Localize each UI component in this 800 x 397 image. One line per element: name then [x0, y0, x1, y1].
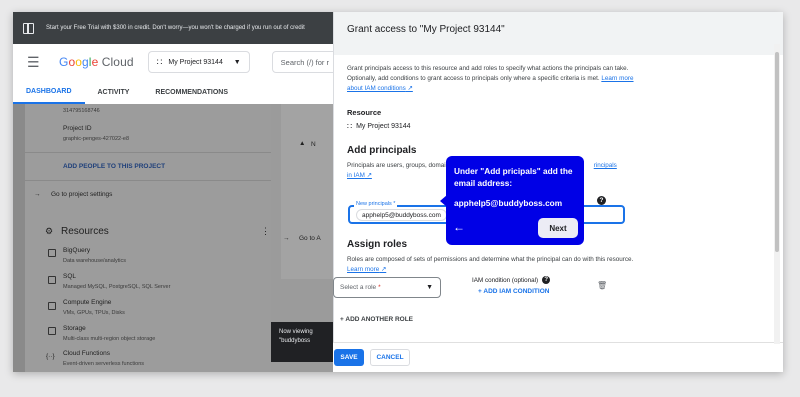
assign-roles-heading: Assign roles [347, 239, 408, 250]
warning-icon: ▲ [299, 140, 306, 147]
google-cloud-logo[interactable]: Google Cloud [59, 55, 134, 69]
gift-icon [23, 22, 34, 34]
add-principals-heading: Add principals [347, 145, 417, 157]
select-role-dropdown[interactable]: Select a role * ▼ [333, 277, 441, 298]
delete-icon[interactable]: 🗑 [597, 281, 607, 290]
next-button[interactable]: Next [538, 218, 578, 238]
help-icon[interactable]: ? [597, 196, 606, 205]
divider [25, 152, 271, 153]
add-another-role-button[interactable]: + ADD ANOTHER ROLE [340, 316, 413, 323]
roles-desc: Roles are composed of sets of permission… [347, 256, 634, 274]
storage-icon [48, 327, 56, 335]
toast-message: Now viewing "buddyboss [271, 322, 333, 362]
project-id-value: graphic-penges-427022-e8 [63, 136, 130, 142]
project-id-label: Project ID [63, 125, 92, 132]
sql-icon [48, 276, 56, 284]
resource-name[interactable]: Compute Engine [63, 299, 111, 306]
more-vert-icon[interactable]: ⋮ [261, 226, 270, 237]
middle-goto-link[interactable]: Go to A [299, 235, 321, 242]
goto-settings-link[interactable]: Go to project settings [51, 191, 112, 198]
project-icon: ∷ [347, 122, 353, 132]
resource-desc: VMs, GPUs, TPUs, Disks [63, 310, 125, 316]
resource-desc: Managed MySQL, PostgreSQL, SQL Server [63, 284, 171, 290]
arrow-right-icon: → [283, 235, 290, 242]
save-button[interactable]: SAVE [334, 349, 364, 366]
tooltip-email: apphelp5@buddyboss.com [454, 198, 563, 209]
middle-text: N [311, 141, 316, 148]
tab-activity[interactable]: ACTIVITY [85, 80, 143, 104]
tab-bar: DASHBOARD ACTIVITY RECOMMENDATIONS [13, 80, 333, 104]
resource-desc: Multi-class multi-region object storage [63, 336, 156, 342]
tab-dashboard[interactable]: DASHBOARD [13, 80, 85, 104]
cancel-button[interactable]: CANCEL [370, 349, 410, 366]
resources-icon: ⚙ [45, 226, 54, 236]
intro-text: Grant principals access to this resource… [347, 65, 634, 93]
tooltip-title: Under "Add pricipals" add the email addr… [454, 166, 573, 189]
compute-engine-icon [48, 302, 56, 310]
resource-name[interactable]: BigQuery [63, 247, 90, 254]
iam-condition-label: IAM condition (optional)? [472, 276, 551, 284]
external-link-icon: ↗ [364, 172, 372, 180]
tooltip-pointer [440, 195, 447, 207]
learn-more-link[interactable]: Learn more [347, 266, 379, 273]
resource-name[interactable]: Cloud Functions [63, 350, 110, 357]
new-principals-label: New principals * [354, 201, 398, 207]
tab-recommendations[interactable]: RECOMMENDATIONS [142, 80, 241, 104]
divider [25, 180, 271, 181]
banner-text: Start your Free Trial with $300 in credi… [46, 25, 305, 31]
bigquery-icon [48, 249, 56, 257]
walkthrough-tooltip: Under "Add pricipals" add the email addr… [440, 156, 584, 245]
add-iam-condition-button[interactable]: + ADD IAM CONDITION [478, 288, 549, 295]
help-icon[interactable]: ? [542, 276, 551, 284]
middle-card: ▲ N [281, 104, 333, 279]
external-link-icon: ↗ [405, 85, 413, 93]
scrollbar-thumb[interactable] [775, 52, 779, 252]
arrow-right-icon: → [34, 191, 41, 198]
project-info-card: 314795168746 Project ID graphic-penges-4… [25, 104, 271, 372]
project-picker-label: My Project 93144 [168, 58, 223, 66]
cloud-functions-icon: {··} [46, 353, 55, 360]
resource-desc: Event-driven serverless functions [63, 361, 145, 367]
add-people-link[interactable]: ADD PEOPLE TO THIS PROJECT [63, 163, 165, 170]
principal-chip[interactable]: apphelp5@buddyboss.com [356, 209, 447, 221]
back-arrow-icon[interactable]: ← [453, 220, 465, 234]
external-link-icon: ↗ [379, 266, 387, 274]
project-icon: ∷ [156, 56, 163, 67]
resources-title: Resources [61, 226, 109, 237]
resource-name[interactable]: Storage [63, 325, 86, 332]
resource-value: ∷ My Project 93144 [347, 122, 411, 132]
resource-desc: Data warehouse/analytics [63, 258, 126, 264]
caret-down-icon: ▼ [426, 284, 433, 291]
project-number: 314795168746 [63, 108, 100, 114]
menu-icon[interactable]: ☰ [27, 54, 47, 71]
resource-heading: Resource [347, 108, 382, 118]
caret-down-icon: ▼ [233, 58, 241, 66]
app-frame: Start your Free Trial with $300 in credi… [13, 12, 783, 372]
overlay [333, 12, 783, 55]
resource-name[interactable]: SQL [63, 273, 76, 280]
project-picker[interactable]: ∷ My Project 93144 ▼ [147, 51, 250, 73]
